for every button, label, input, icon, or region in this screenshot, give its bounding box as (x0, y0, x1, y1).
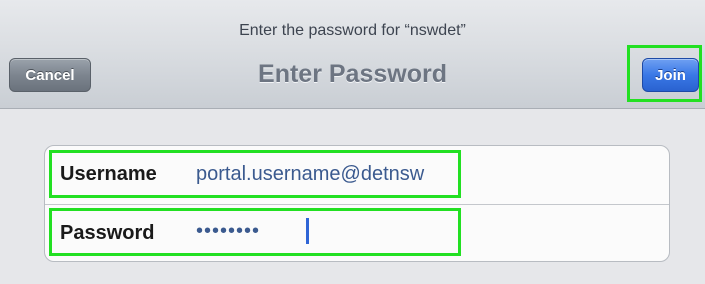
navigation-bar (0, 0, 705, 109)
password-field[interactable]: •••••••• (196, 220, 260, 243)
username-label: Username (60, 163, 157, 185)
cancel-button[interactable]: Cancel (9, 58, 91, 92)
password-prompt: Enter the password for “nswdet” (239, 22, 466, 39)
text-cursor (306, 218, 309, 244)
username-field[interactable]: portal.username@detnsw (196, 163, 424, 186)
row-divider (45, 204, 669, 205)
page-title: Enter Password (258, 60, 447, 88)
password-label: Password (60, 222, 155, 244)
join-button[interactable]: Join (642, 58, 699, 92)
